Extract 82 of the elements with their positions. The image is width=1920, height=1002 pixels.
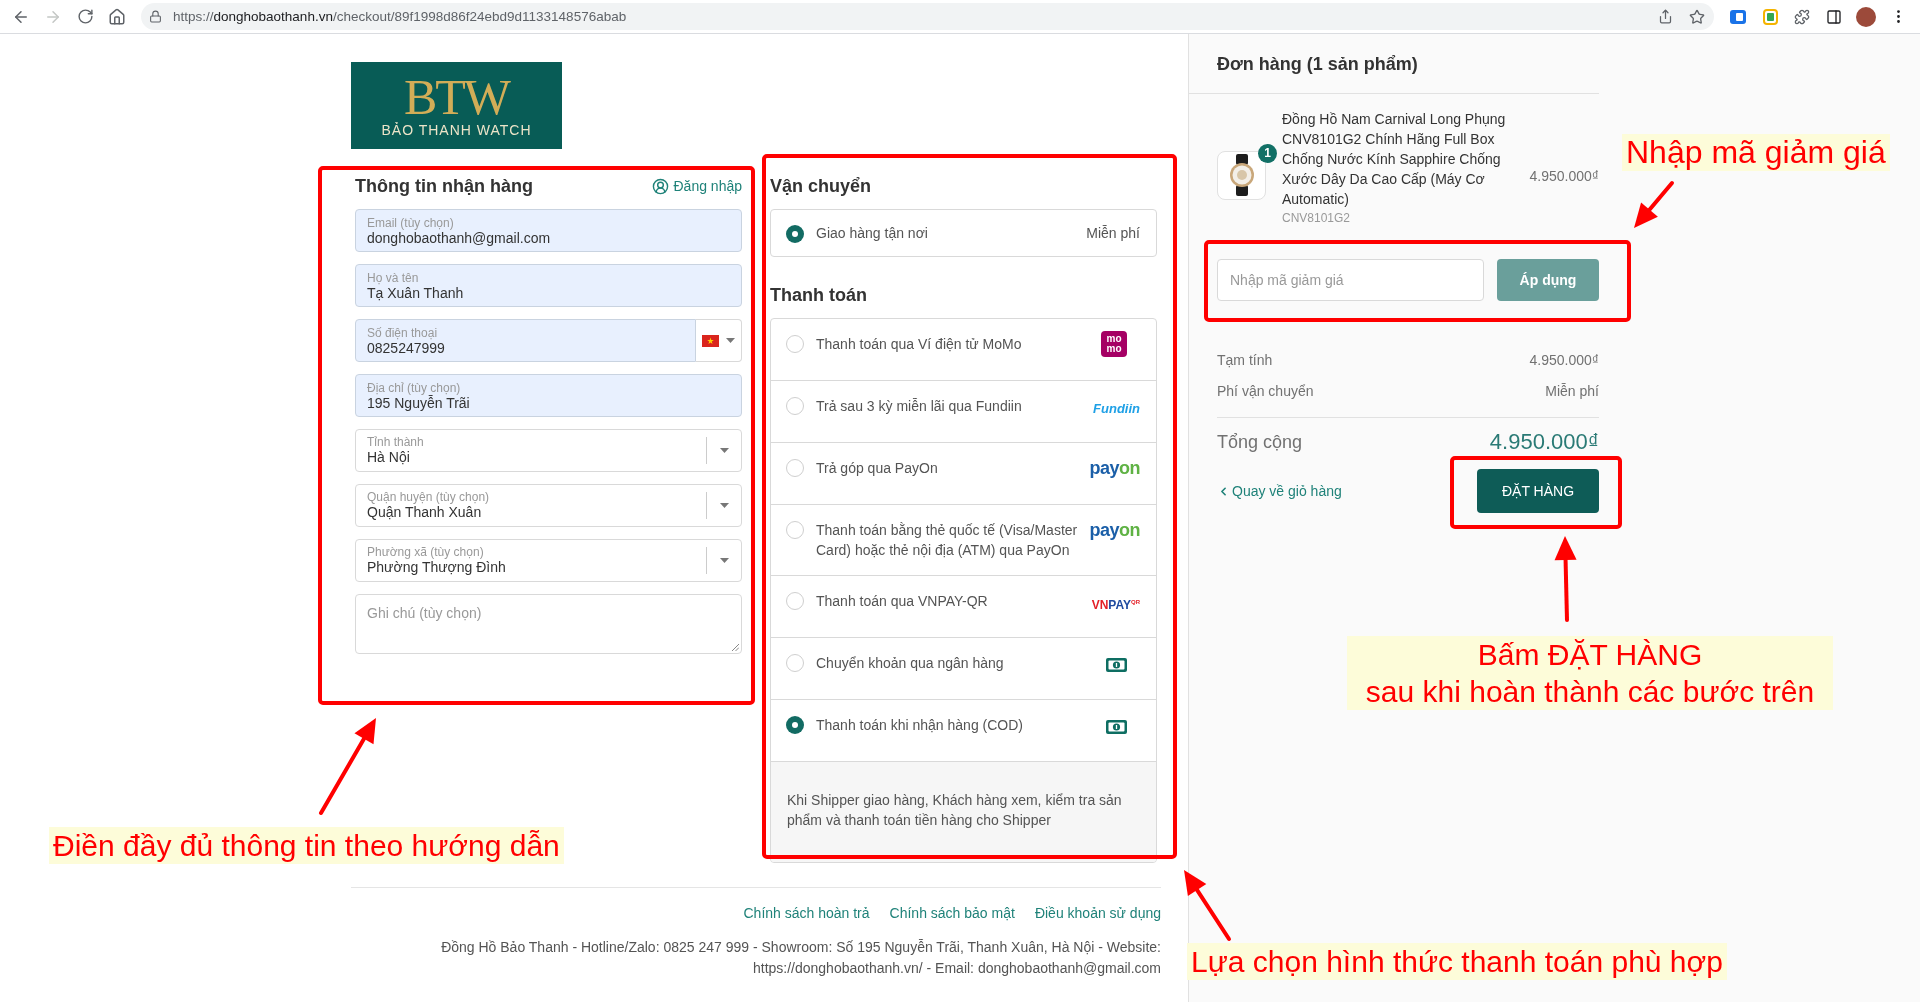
shipping-option[interactable]: Giao hàng tận nơi Miễn phí xyxy=(770,209,1157,257)
avatar-icon[interactable] xyxy=(1856,6,1876,27)
annotation-arrow xyxy=(1634,181,1674,228)
phone-field[interactable]: Số điện thoại 0825247999 xyxy=(355,319,696,362)
payment-option[interactable]: Thanh toán bằng thẻ quốc tế (Visa/Master Card) hoặc thẻ nội địa (ATM) qua PayOn payon xyxy=(771,505,1156,576)
payment-note: Khi Shipper giao hàng, Khách hàng xem, kiểm tra sản phẩm và thanh toán tiền hàng cho Shipper xyxy=(771,762,1156,862)
footer-link[interactable]: Chính sách hoàn trả xyxy=(743,904,870,922)
annotation-text: Điền đầy đủ thông tin theo hướng dẫn xyxy=(49,827,564,864)
house-icon[interactable] xyxy=(108,7,126,26)
payment-option[interactable]: Thanh toán qua Ví điện tử MoMo mo mo xyxy=(771,319,1156,381)
text-field[interactable]: Email (tùy chọn) donghobaothanh@gmail.com xyxy=(355,209,742,252)
radio-button[interactable] xyxy=(786,654,804,672)
product-name: Đồng Hồ Nam Carnival Long Phụng CNV8101G2 Chính Hãng Full Box Chống Nước Kính Sapphire Chống Xước Dây Da Cao Cấp (Máy Cơ Automatic) xyxy=(1282,110,1507,209)
payon-logo: payon xyxy=(1089,519,1140,541)
momo-logo: mo mo xyxy=(1101,331,1127,357)
watch-thumbnail xyxy=(1217,150,1266,200)
section-title: Vận chuyển xyxy=(770,175,872,198)
summary-value: Miễn phí xyxy=(1545,382,1599,401)
login-link[interactable]: Đăng nhập xyxy=(652,177,742,195)
annotation-arrow xyxy=(1184,870,1231,941)
place-order-button[interactable]: ĐẶT HÀNG xyxy=(1477,469,1599,513)
text-field[interactable]: Địa chỉ (tùy chọn) 195 Nguyễn Trãi xyxy=(355,374,742,417)
footer-link[interactable]: Điều khoản sử dụng xyxy=(1034,904,1161,922)
summary-label: Phí vận chuyển xyxy=(1217,382,1314,401)
brand-logo[interactable]: BTW BẢO THANH WATCH xyxy=(351,62,562,149)
address-bar[interactable]: https://donghobaothanh.vn/checkout/89f1998d86f24ebd9d1133148576abab xyxy=(141,3,1714,30)
radio-button[interactable] xyxy=(786,459,804,477)
footer-info: Đồng Hồ Bảo Thanh - Hotline/Zalo: 0825 247 999 - Showroom: Số 195 Nguyễn Trãi, Thanh Xuân, Hà Nội - Website: https://donghobaothanh.vn/ - Email: donghobaothanh@gmail.com xyxy=(440,938,1161,978)
reload-icon[interactable] xyxy=(76,8,94,25)
country-select[interactable] xyxy=(696,319,742,362)
star-icon[interactable] xyxy=(1689,8,1705,25)
side-panel-icon[interactable] xyxy=(1826,8,1842,25)
footer-link[interactable]: Chính sách bảo mật xyxy=(889,904,1015,922)
resize-grip-icon[interactable] xyxy=(731,643,739,651)
payment-option[interactable]: Trả góp qua PayOn payon xyxy=(771,443,1156,505)
order-title: Đơn hàng (1 sản phẩm) xyxy=(1217,53,1419,75)
text-field[interactable]: Họ và tên Tạ Xuân Thanh xyxy=(355,264,742,307)
caret-icon xyxy=(719,448,729,453)
product-price: 4.950.000₫ xyxy=(1529,168,1599,184)
summary-value: 4.950.000₫ xyxy=(1529,351,1599,370)
radio-button[interactable] xyxy=(786,521,804,539)
url-text: https://donghobaothanh.vn/checkout/89f1998d86f24ebd9d1133148576abab xyxy=(173,9,628,24)
caret-icon xyxy=(719,503,729,508)
section-title: Thanh toán xyxy=(770,284,867,307)
lock-icon[interactable] xyxy=(149,10,162,23)
logo-wordmark: BẢO THANH WATCH xyxy=(381,120,532,139)
total-label: Tổng cộng xyxy=(1217,431,1303,454)
total-value: 4.950.000₫ xyxy=(1489,430,1599,454)
caret-icon xyxy=(726,338,735,343)
banknote-icon xyxy=(1106,719,1127,734)
select-field[interactable]: Tỉnh thành Hà Nội xyxy=(355,429,742,472)
fundiin-logo: Fundiin xyxy=(1093,400,1140,418)
radio-button[interactable] xyxy=(786,592,804,610)
share-icon[interactable] xyxy=(1657,9,1673,24)
annotation-text: Bấm ĐẶT HÀNG sau khi hoàn thành các bước trên xyxy=(1347,636,1833,710)
payment-option[interactable]: Chuyển khoản qua ngân hàng xyxy=(771,638,1156,700)
caret-icon xyxy=(719,558,729,563)
extension-icon[interactable] xyxy=(1730,9,1746,24)
payment-option[interactable]: Trả sau 3 kỳ miễn lãi qua Fundiin Fundiin xyxy=(771,381,1156,443)
product-sku: CNV8101G2 xyxy=(1282,210,1352,227)
summary-label: Tạm tính xyxy=(1217,351,1273,370)
banknote-icon xyxy=(1106,657,1127,672)
payon-logo: payon xyxy=(1089,457,1140,479)
logo-monogram: BTW xyxy=(403,72,510,121)
shipping-price: Miễn phí xyxy=(1086,224,1140,243)
radio-button[interactable] xyxy=(786,397,804,415)
annotation-text: Nhập mã giảm giá xyxy=(1622,134,1890,171)
extension-icon[interactable] xyxy=(1762,8,1778,25)
puzzle-icon[interactable] xyxy=(1794,8,1810,25)
annotation-text: Lựa chọn hình thức thanh toán phù hợp xyxy=(1187,943,1727,980)
radio-button[interactable] xyxy=(786,335,804,353)
user-icon xyxy=(652,177,670,195)
payment-option[interactable]: Thanh toán qua VNPAY-QR VNPAY$^{QR}$ xyxy=(771,576,1156,638)
radio-button[interactable] xyxy=(786,224,804,243)
section-title: Thông tin nhận hàng xyxy=(355,175,533,198)
flag-icon xyxy=(702,334,719,347)
select-field[interactable]: Phường xã (tùy chọn) Phường Thượng Đình xyxy=(355,539,742,582)
quantity-badge: 1 xyxy=(1258,143,1277,163)
vnpay-logo: VNPAY$^{QR}$ xyxy=(1091,596,1140,612)
radio-button[interactable] xyxy=(786,716,804,734)
select-field[interactable]: Quận huyện (tùy chọn) Quận Thanh Xuân xyxy=(355,484,742,527)
back-link[interactable]: Quay về giỏ hàng xyxy=(1217,483,1342,499)
